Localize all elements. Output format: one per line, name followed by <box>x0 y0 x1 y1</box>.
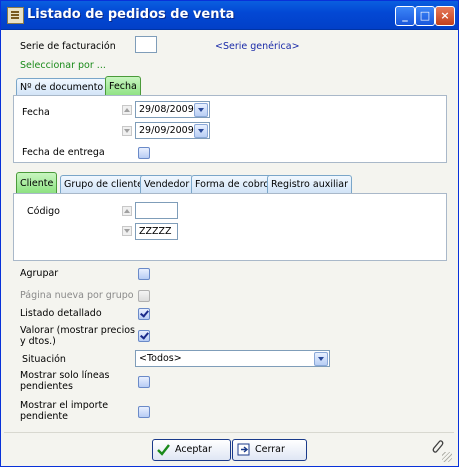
accept-button[interactable]: Aceptar <box>152 439 231 461</box>
minimize-button[interactable]: _ <box>395 6 415 26</box>
tab-label: Cliente <box>20 178 54 189</box>
cancel-label: Cerrar <box>255 444 285 455</box>
situacion-select[interactable]: <Todos> <box>135 350 330 367</box>
dialog-body: Serie de facturación <Serie genérica> Se… <box>4 30 454 464</box>
fecha-to-input[interactable]: 29/09/2009 <box>135 122 210 139</box>
cancel-button[interactable]: Cerrar <box>232 439 307 461</box>
report-icon <box>7 7 24 24</box>
seleccionar-label: Seleccionar por ... <box>20 60 106 71</box>
situacion-value: <Todos> <box>139 353 182 364</box>
calendar-dropdown-icon[interactable] <box>194 124 208 138</box>
close-button[interactable]: × <box>435 6 455 26</box>
fecha-panel: Fecha 29/08/2009 29/09/2009 Fecha de ent… <box>13 95 447 163</box>
tab-forma-cobro[interactable]: Forma de cobro <box>191 175 274 194</box>
codigo-to-input[interactable]: ZZZZZ <box>135 223 178 240</box>
range-from-icon <box>122 105 132 115</box>
calendar-dropdown-icon[interactable] <box>194 103 208 117</box>
tab-registro-auxiliar[interactable]: Registro auxiliar <box>267 175 353 194</box>
range-to-icon <box>122 226 132 236</box>
tab-vendedor[interactable]: Vendedor <box>140 175 194 194</box>
valorar-label: Valorar (mostrar precios y dtos.) <box>20 325 135 347</box>
tab-grupo-cliente[interactable]: Grupo de cliente <box>60 175 147 194</box>
serie-label: Serie de facturación <box>20 41 116 52</box>
accept-label: Aceptar <box>175 444 212 455</box>
maximize-button[interactable]: □ <box>415 6 435 26</box>
codigo-panel: Código ZZZZZ <box>13 193 447 261</box>
tab-cliente[interactable]: Cliente <box>16 172 58 194</box>
fecha-from-value: 29/08/2009 <box>139 104 194 115</box>
listado-detallado-checkbox[interactable] <box>138 308 150 320</box>
situacion-label: Situación <box>22 354 66 365</box>
listado-detallado-label: Listado detallado <box>20 308 102 319</box>
codigo-label: Código <box>27 206 60 217</box>
agrupar-label: Agrupar <box>20 268 59 279</box>
serie-input[interactable] <box>135 36 157 53</box>
tab-label: Forma de cobro <box>195 179 270 190</box>
dialog-window: Listado de pedidos de venta _ □ × Serie … <box>0 0 459 467</box>
pagina-nueva-label: Página nueva por grupo <box>20 290 134 301</box>
valorar-checkbox[interactable] <box>138 330 150 342</box>
resize-grip[interactable] <box>442 452 452 462</box>
codigo-from-input[interactable] <box>135 202 178 219</box>
tab-label: Nº de documento <box>20 82 104 93</box>
chevron-down-icon[interactable] <box>314 352 328 366</box>
serie-hint: <Serie genérica> <box>215 41 300 52</box>
lineas-pendientes-checkbox[interactable] <box>138 376 150 388</box>
fecha-to-value: 29/09/2009 <box>139 125 194 136</box>
pagina-nueva-checkbox[interactable] <box>138 290 150 302</box>
fecha-label: Fecha <box>22 107 50 118</box>
range-to-icon <box>122 126 132 136</box>
check-icon <box>157 444 170 456</box>
tab-label: Registro auxiliar <box>271 179 349 190</box>
fecha-entrega-checkbox[interactable] <box>138 147 150 159</box>
importe-pendiente-checkbox[interactable] <box>138 406 150 418</box>
tab-label: Fecha <box>109 81 137 92</box>
range-from-icon <box>122 206 132 216</box>
title-bar[interactable]: Listado de pedidos de venta _ □ × <box>1 1 458 30</box>
importe-pendiente-label: Mostrar el importe pendiente <box>20 400 109 422</box>
fecha-entrega-label: Fecha de entrega <box>22 147 105 158</box>
tab-label: Vendedor <box>144 179 190 190</box>
exit-door-icon <box>237 443 250 456</box>
window-title: Listado de pedidos de venta <box>27 7 235 22</box>
agrupar-checkbox[interactable] <box>138 268 150 280</box>
tab-fecha[interactable]: Fecha <box>105 76 141 97</box>
button-bar: Aceptar Cerrar <box>4 432 454 464</box>
lineas-pendientes-label: Mostrar solo líneas pendientes <box>20 370 110 392</box>
fecha-from-input[interactable]: 29/08/2009 <box>135 101 210 118</box>
tab-label: Grupo de cliente <box>64 179 143 190</box>
